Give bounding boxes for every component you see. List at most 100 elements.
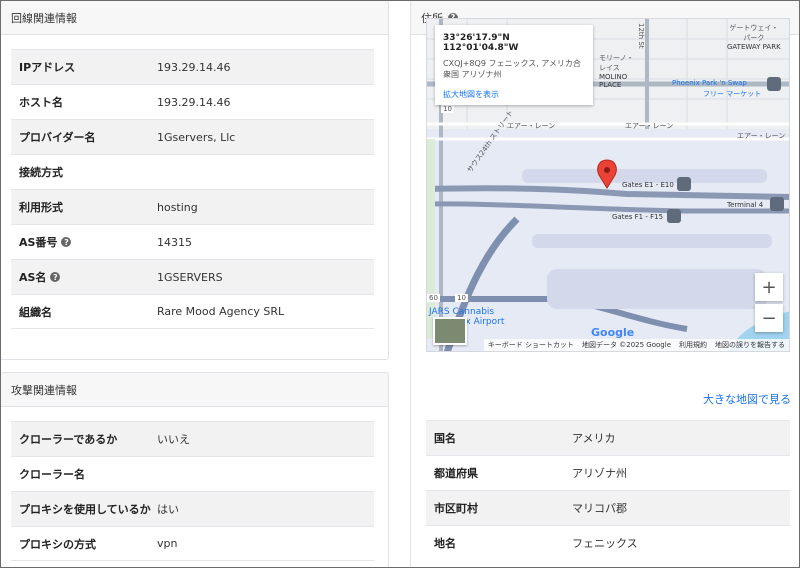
- big-map-link[interactable]: 大きな地図で見る: [703, 391, 791, 407]
- keyboard-shortcuts-link[interactable]: キーボード ショートカット: [488, 340, 574, 350]
- map-label-gateway: ゲートウェイ・ パーク GATEWAY PARK: [727, 23, 781, 51]
- map-label-molino1: モリーノ・: [599, 54, 634, 62]
- row-key-label: 利用形式: [19, 201, 63, 214]
- row-value: 14315: [157, 235, 192, 249]
- map[interactable]: ゲートウェイ・ パーク GATEWAY PARK モリーノ・ レイス MOLIN…: [426, 18, 790, 352]
- table-row: 組織名 Rare Mood Agency SRL: [11, 294, 374, 329]
- map-label-gateway1: ゲートウェイ・: [729, 24, 779, 32]
- map-label-molino4: PLACE: [599, 81, 622, 89]
- row-key-label: クローラーであるか: [19, 433, 118, 446]
- map-label-gateway2: パーク: [743, 34, 765, 42]
- table-row: クローラーであるか いいえ: [11, 421, 374, 456]
- terms-link[interactable]: 利用規約: [679, 340, 707, 350]
- table-row: 市区町村 マリコパ郡: [426, 490, 790, 525]
- row-value: いいえ: [157, 433, 190, 446]
- map-footer: キーボード ショートカット 地図データ ©2025 Google 利用規約 地図…: [483, 339, 789, 351]
- map-label-jars1: JARS Cannabis: [429, 307, 495, 317]
- attack-info-table: クローラーであるか いいえクローラー名プロキシを使用しているか はいプロキシの方式 v…: [11, 421, 374, 561]
- row-key-label: プロキシの方式: [19, 537, 96, 551]
- table-row: プロバイダー名 1Gservers, Llc: [11, 119, 374, 154]
- row-key: 組織名: [11, 304, 157, 320]
- row-value: はい: [157, 503, 179, 516]
- line-info-header: 回線関連情報: [1, 1, 388, 35]
- table-row: プロキシの方式 vpn: [11, 526, 374, 561]
- line-info-table: IPアドレス 193.29.14.46 ホスト名 193.29.14.46 プロバイダー…: [11, 49, 374, 329]
- row-key-label: 国名: [434, 432, 456, 445]
- row-value: マリコパ郡: [572, 502, 627, 515]
- row-key: クローラーであるか: [11, 431, 157, 447]
- map-label-route10a: 10: [441, 105, 454, 113]
- attack-info-title: 攻撃関連情報: [11, 383, 77, 397]
- row-value: 193.29.14.46: [157, 95, 231, 109]
- row-value: アリゾナ州: [572, 467, 627, 480]
- map-label-route10b: 10: [455, 294, 468, 302]
- map-label-phoenix-park: Phoenix Park 'n Swap: [672, 79, 747, 87]
- table-row: プロキシを使用しているか はい: [11, 491, 374, 526]
- line-info-title: 回線関連情報: [11, 11, 77, 25]
- row-key: IPアドレス: [11, 59, 157, 75]
- help-icon[interactable]: ?: [50, 272, 61, 282]
- row-key: クローラー名: [11, 466, 157, 482]
- line-info-card: 回線関連情報 IPアドレス 193.29.14.46 ホスト名 193.29.14.4…: [0, 0, 389, 360]
- map-info-box: 33°26'17.9"N 112°01'04.8"W CXQJ+8Q9 フェニッ…: [435, 25, 593, 105]
- map-label-airlane-3: エアー・レーン: [737, 132, 786, 140]
- map-label-gateway3: GATEWAY PARK: [727, 43, 781, 51]
- row-key-label: 組織名: [19, 305, 52, 319]
- row-key-label: プロキシを使用しているか: [19, 503, 151, 516]
- map-label-airlane-2: エアー・レーン: [625, 122, 674, 130]
- location-table: 国名 アメリカ 都道府県 アリゾナ州 市区町村 マリコパ郡 地名 フェニックス: [426, 420, 790, 560]
- row-key: ホスト名: [11, 94, 157, 110]
- table-row: 接続方式: [11, 154, 374, 189]
- table-row: 都道府県 アリゾナ州: [426, 455, 790, 490]
- table-row: IPアドレス 193.29.14.46: [11, 49, 374, 84]
- map-label-gates-f: Gates F1 - F15: [612, 213, 664, 221]
- row-key: 接続方式: [11, 164, 157, 180]
- row-value: vpn: [157, 537, 178, 550]
- map-label-airlane-1: エアー・レーン: [507, 122, 556, 130]
- row-key: プロバイダー名: [11, 129, 157, 145]
- map-address: CXQJ+8Q9 フェニックス, アメリカ合 衆国 アリゾナ州: [443, 59, 585, 81]
- row-key-label: 接続方式: [19, 166, 63, 179]
- table-row: 利用形式 hosting: [11, 189, 374, 224]
- row-value: hosting: [157, 200, 198, 214]
- row-key: プロキシを使用しているか: [11, 501, 157, 517]
- row-key-label: IPアドレス: [19, 61, 76, 74]
- row-key: プロキシの方式: [11, 536, 157, 552]
- row-value: 1Gservers, Llc: [157, 130, 236, 144]
- satellite-thumbnail[interactable]: [433, 317, 467, 345]
- row-key: AS番号?: [11, 234, 157, 250]
- map-label-free-market: フリー マーケット: [703, 90, 762, 98]
- table-row: クローラー名: [11, 456, 374, 491]
- row-key-label: AS名: [19, 271, 47, 284]
- row-key: 利用形式: [11, 199, 157, 215]
- table-row: AS名? 1GSERVERS: [11, 259, 374, 294]
- map-data-text: 地図データ ©2025 Google: [582, 341, 671, 349]
- row-key-label: ホスト名: [19, 96, 63, 109]
- address-card: 住所 ?: [410, 0, 800, 568]
- row-key-label: クローラー名: [19, 468, 85, 481]
- map-coordinates: 33°26'17.9"N 112°01'04.8"W: [443, 33, 519, 53]
- row-value: 193.29.14.46: [157, 60, 231, 74]
- help-icon[interactable]: ?: [61, 237, 72, 247]
- map-label-terminal: Terminal 4: [727, 201, 764, 209]
- map-address-line1: CXQJ+8Q9 フェニックス, アメリカ合: [443, 59, 581, 68]
- map-label-molino: モリーノ・ レイス MOLINO PLACE: [599, 53, 634, 89]
- row-key-label: 地名: [434, 537, 456, 550]
- zoom-out-button[interactable]: −: [755, 304, 783, 332]
- row-key-label: 市区町村: [434, 502, 478, 515]
- map-label-street: 12th St: [637, 23, 645, 49]
- enlarge-map-link[interactable]: 拡大地図を表示: [443, 89, 585, 100]
- row-key-label: プロバイダー名: [19, 131, 96, 144]
- report-error-link[interactable]: 地図の誤りを報告する: [715, 340, 785, 350]
- attack-info-header: 攻撃関連情報: [1, 373, 388, 407]
- map-address-line2: 衆国 アリゾナ州: [443, 69, 502, 79]
- row-value: フェニックス: [572, 537, 638, 550]
- table-row: ホスト名 193.29.14.46: [11, 84, 374, 119]
- line-info-body: IPアドレス 193.29.14.46 ホスト名 193.29.14.46 プロバイダー…: [1, 35, 388, 329]
- row-key: 都道府県: [426, 465, 572, 481]
- row-value: Rare Mood Agency SRL: [157, 305, 285, 318]
- row-key: 国名: [426, 430, 572, 446]
- zoom-in-button[interactable]: +: [755, 273, 783, 301]
- row-key-label: AS番号: [19, 236, 58, 249]
- attack-info-card: 攻撃関連情報 クローラーであるか いいえ クローラー名 プロキシを使用しているか はいプ…: [0, 372, 389, 568]
